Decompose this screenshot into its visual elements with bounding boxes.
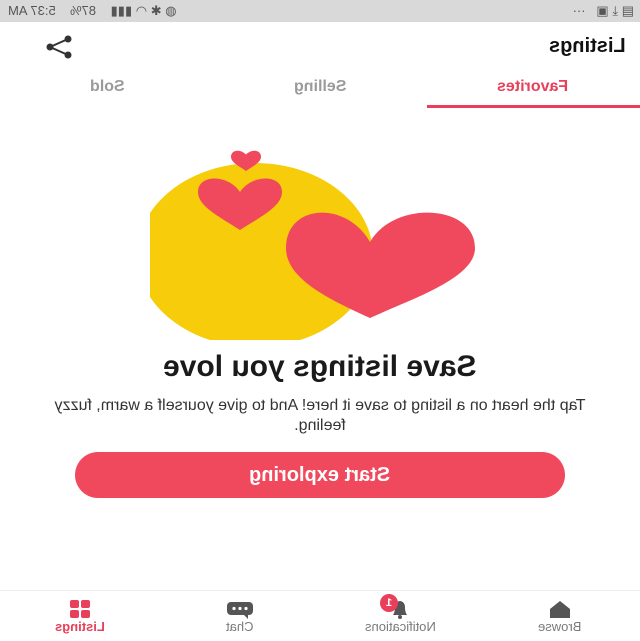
listing-tabs: Favorites Selling Sold (0, 72, 640, 110)
page-title-text: Listings (549, 35, 626, 57)
signal-icon: ▮▮▮ (110, 3, 133, 18)
tab-selling-label: Selling (293, 78, 347, 95)
nav-chat-label: Chat (226, 619, 254, 634)
chat-icon (227, 602, 253, 619)
message-icon: ▤ (621, 3, 634, 18)
tab-sold[interactable]: Sold (0, 78, 214, 110)
status-time: 5:37 AM (8, 3, 56, 18)
notification-icon: ▣ (596, 3, 609, 18)
nav-item-notifications[interactable]: 1 Notifications (320, 591, 480, 641)
nav-item-chat[interactable]: Chat (160, 591, 320, 641)
more-dots-icon: ··· (572, 3, 586, 18)
notification-badge-count: 1 (385, 597, 393, 609)
page-title: Listings (549, 35, 626, 58)
listings-screen: 5:37 AM 87% ▮▮▮ ◠ ✱ ◍ ··· ▣ ⤓ ▤ Listings (0, 0, 640, 641)
empty-state-subtext-text: Tap the heart on a listing to save it he… (54, 397, 586, 434)
bottom-nav: Browse 1 Notifications Chat Listings (0, 590, 640, 641)
active-tab-indicator (427, 105, 640, 108)
wifi-icon: ◠ (135, 3, 148, 18)
notification-badge: 1 (380, 594, 398, 612)
tab-selling[interactable]: Selling (213, 78, 427, 110)
grid-icon (70, 600, 90, 618)
status-right-icons: ··· ▣ ⤓ ▤ (573, 3, 634, 19)
nav-notifications-label: Notifications (364, 619, 436, 634)
start-exploring-label: Start exploring (249, 464, 391, 486)
nav-item-browse[interactable]: Browse (480, 591, 640, 641)
hearts-illustration (150, 150, 475, 340)
app-bar: Listings (0, 22, 640, 72)
status-left: 5:37 AM 87% ▮▮▮ ◠ ✱ ◍ (8, 3, 177, 19)
home-icon (550, 601, 570, 618)
start-exploring-button[interactable]: Start exploring (75, 452, 565, 498)
tab-sold-label: Sold (89, 78, 125, 95)
empty-state-subtext: Tap the heart on a listing to save it he… (40, 396, 600, 436)
tab-favorites-label: Favorites (497, 78, 569, 95)
battery-level: 87% (70, 3, 97, 18)
empty-state-headline: Save listings you love (0, 350, 640, 384)
status-bar: 5:37 AM 87% ▮▮▮ ◠ ✱ ◍ ··· ▣ ⤓ ▤ (0, 0, 640, 22)
nav-listings-label: Listings (55, 619, 105, 634)
share-icon[interactable] (44, 34, 74, 60)
empty-state-headline-text: Save listings you love (163, 350, 477, 383)
nav-item-listings[interactable]: Listings (0, 591, 160, 641)
nav-browse-label: Browse (538, 619, 582, 634)
location-icon: ◍ (165, 3, 177, 18)
download-icon: ⤓ (612, 3, 619, 18)
bluetooth-icon: ✱ (150, 3, 162, 18)
